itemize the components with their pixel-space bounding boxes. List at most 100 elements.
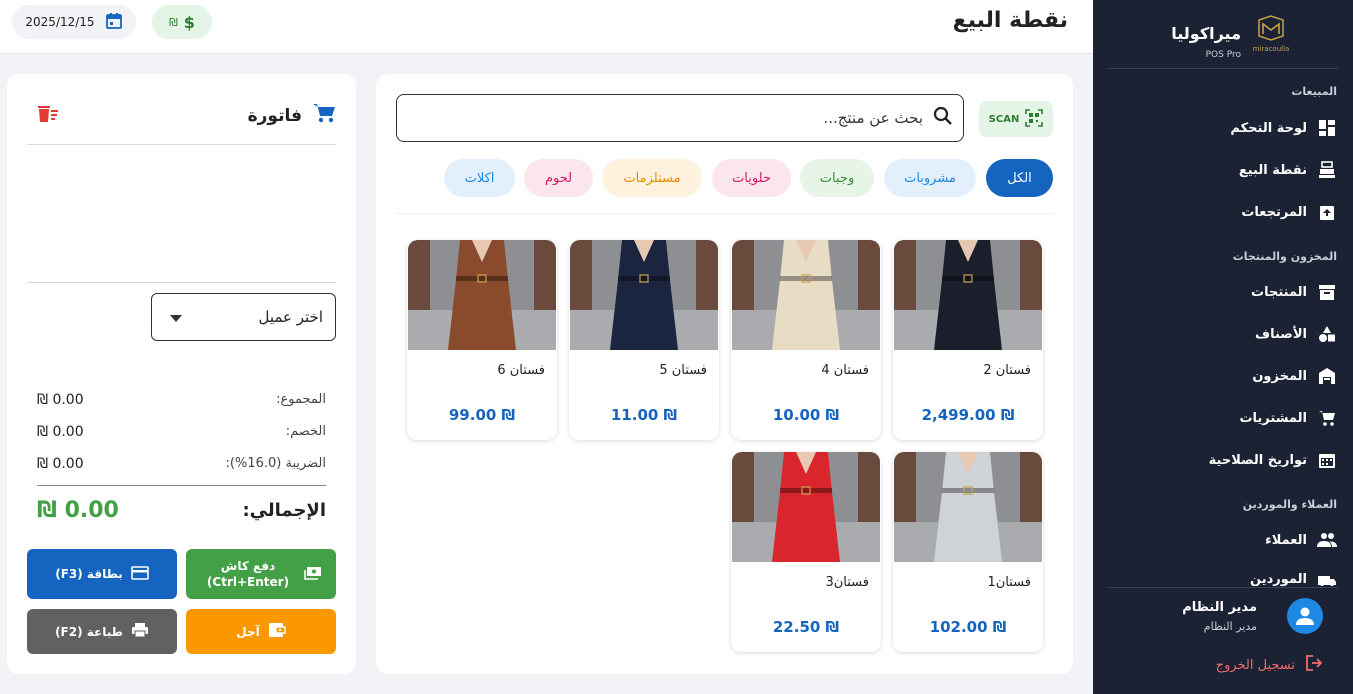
grand-total-row: الإجمالي: 0.00 ₪ xyxy=(37,498,326,523)
sidebar-item-dashboard[interactable]: لوحة التحكم xyxy=(1119,114,1337,142)
sidebar-item-categories[interactable]: الأصناف xyxy=(1119,320,1337,348)
brand-subtitle: POS Pro xyxy=(1205,50,1241,60)
sidebar-item-label: الموردين xyxy=(1250,572,1307,586)
search-field[interactable] xyxy=(396,94,964,142)
category-chip-all[interactable]: الكل xyxy=(986,159,1053,197)
category-chip-supplies[interactable]: مستلزمات xyxy=(602,159,702,197)
product-image xyxy=(894,240,1042,350)
category-chip-meals[interactable]: وجبات xyxy=(800,159,874,197)
section-title-sales: المبيعات xyxy=(1291,85,1337,98)
customer-select-value: اختر عميل xyxy=(258,308,323,326)
divider xyxy=(1108,68,1338,69)
product-name: فستان 6 xyxy=(497,363,545,378)
credit-payment-button[interactable]: آجل xyxy=(186,609,336,654)
divider xyxy=(37,485,326,486)
print-button[interactable]: طباعة (F2) xyxy=(27,609,177,654)
sidebar-item-purchases[interactable]: المشتريات xyxy=(1119,404,1337,432)
product-image xyxy=(570,240,718,350)
scan-button[interactable]: SCAN xyxy=(979,101,1053,137)
product-image xyxy=(894,452,1042,562)
divider xyxy=(396,213,1053,214)
print-label: طباعة (F2) xyxy=(55,624,123,639)
page-title: نقطة البيع xyxy=(952,8,1068,33)
customer-select[interactable]: اختر عميل xyxy=(151,293,336,341)
product-image xyxy=(732,240,880,350)
sidebar-item-label: المرتجعات xyxy=(1241,204,1307,220)
product-card[interactable]: فستان 6 ₪ 99.00 xyxy=(407,240,557,440)
search-input[interactable] xyxy=(407,109,923,127)
sidebar-item-label: نقطة البيع xyxy=(1238,162,1307,178)
card-payment-button[interactable]: بطاقة (F3) xyxy=(27,549,177,599)
product-card[interactable]: فستان1 ₪ 102.00 xyxy=(893,452,1043,652)
invoice-panel: فاتورة اختر عميل المجموع: 0.00 ₪ الخصم: … xyxy=(7,74,356,674)
product-price: ₪ 22.50 xyxy=(772,618,840,636)
sidebar-item-label: العملاء xyxy=(1265,532,1307,548)
sidebar-item-expiry-dates[interactable]: تواريخ الصلاحية xyxy=(1119,446,1337,474)
tax-row: الضريبة (16.0%): 0.00 ₪ xyxy=(37,456,326,472)
returns-icon xyxy=(1317,202,1337,222)
product-name: فستان1 xyxy=(987,575,1031,590)
product-name: فستان3 xyxy=(825,575,869,590)
qr-scan-icon xyxy=(1025,108,1044,130)
cart-icon xyxy=(312,102,336,129)
sidebar-item-label: المشتريات xyxy=(1239,410,1307,426)
search-icon xyxy=(933,106,953,130)
product-card[interactable]: فستان 4 ₪ 10.00 xyxy=(731,240,881,440)
sidebar-item-inventory[interactable]: المخزون xyxy=(1119,362,1337,390)
product-image xyxy=(732,452,880,562)
warehouse-icon xyxy=(1317,366,1337,386)
user-name: مدير النظام xyxy=(1182,600,1257,615)
category-chip-sweets[interactable]: حلويات xyxy=(712,159,791,197)
sidebar-item-suppliers[interactable]: الموردين xyxy=(1119,568,1337,586)
sidebar-item-label: المنتجات xyxy=(1251,284,1307,300)
product-card[interactable]: فستان3 ₪ 22.50 xyxy=(731,452,881,652)
grand-total-label: الإجمالي: xyxy=(242,500,326,521)
wallet-icon xyxy=(268,622,286,641)
sidebar-item-products[interactable]: المنتجات xyxy=(1119,278,1337,306)
product-card[interactable]: فستان 5 ₪ 11.00 xyxy=(569,240,719,440)
sidebar: miracoulla ميراكوليا POS Pro المبيعات لو… xyxy=(1093,0,1353,694)
subtotal-value: 0.00 ₪ xyxy=(37,392,84,408)
product-price: ₪ 99.00 xyxy=(448,406,516,424)
person-icon xyxy=(1296,607,1314,625)
sidebar-item-label: الأصناف xyxy=(1255,326,1307,342)
print-icon xyxy=(131,622,149,641)
dollar-icon: $ xyxy=(183,12,195,32)
date-display[interactable]: 2025/12/15 xyxy=(12,5,136,39)
credit-card-icon xyxy=(130,565,149,583)
svg-text:miracoulla: miracoulla xyxy=(1253,45,1290,53)
discount-label: الخصم: xyxy=(285,424,326,439)
currency-badge[interactable]: ₪ $ xyxy=(152,5,212,39)
categories-icon xyxy=(1317,324,1337,344)
user-role: مدير النظام xyxy=(1203,620,1257,633)
category-chip-meat[interactable]: لحوم xyxy=(524,159,593,197)
sidebar-item-label: المخزون xyxy=(1252,368,1307,384)
brand-name: ميراكوليا xyxy=(1171,24,1241,43)
calendar-icon xyxy=(1317,450,1337,470)
card-payment-label: بطاقة (F3) xyxy=(55,567,123,581)
sidebar-item-pos[interactable]: نقطة البيع xyxy=(1119,156,1337,184)
product-price: ₪ 10.00 xyxy=(772,406,840,424)
avatar[interactable] xyxy=(1287,598,1323,634)
sidebar-item-returns[interactable]: المرتجعات xyxy=(1119,198,1337,226)
tax-label: الضريبة (16.0%): xyxy=(225,456,327,471)
category-chip-food[interactable]: اكلات xyxy=(444,159,515,197)
section-title-clients: العملاء والموردين xyxy=(1242,498,1337,511)
products-panel: SCAN الكل مشروبات وجبات حلويات مستلزمات … xyxy=(376,74,1073,674)
category-chip-drinks[interactable]: مشروبات xyxy=(884,159,976,197)
cash-payment-button[interactable]: دفع كاش (Ctrl+Enter) xyxy=(186,549,336,599)
product-price: ₪ 102.00 xyxy=(929,618,1007,636)
clear-invoice-button[interactable] xyxy=(37,104,59,128)
product-name: فستان 2 xyxy=(983,363,1031,378)
pos-icon xyxy=(1317,160,1337,180)
discount-row: الخصم: 0.00 ₪ xyxy=(37,424,326,440)
grand-total-value: 0.00 ₪ xyxy=(37,498,119,523)
archive-icon xyxy=(1317,282,1337,302)
subtotal-row: المجموع: 0.00 ₪ xyxy=(37,392,326,408)
brand-logo: miracoulla xyxy=(1249,14,1293,54)
logout-button[interactable]: تسجيل الخروج xyxy=(1216,654,1323,676)
product-card[interactable]: فستان 2 ₪ 2,499.00 xyxy=(893,240,1043,440)
sidebar-item-label: لوحة التحكم xyxy=(1230,120,1307,136)
product-name: فستان 4 xyxy=(821,363,869,378)
sidebar-item-customers[interactable]: العملاء xyxy=(1119,526,1337,554)
